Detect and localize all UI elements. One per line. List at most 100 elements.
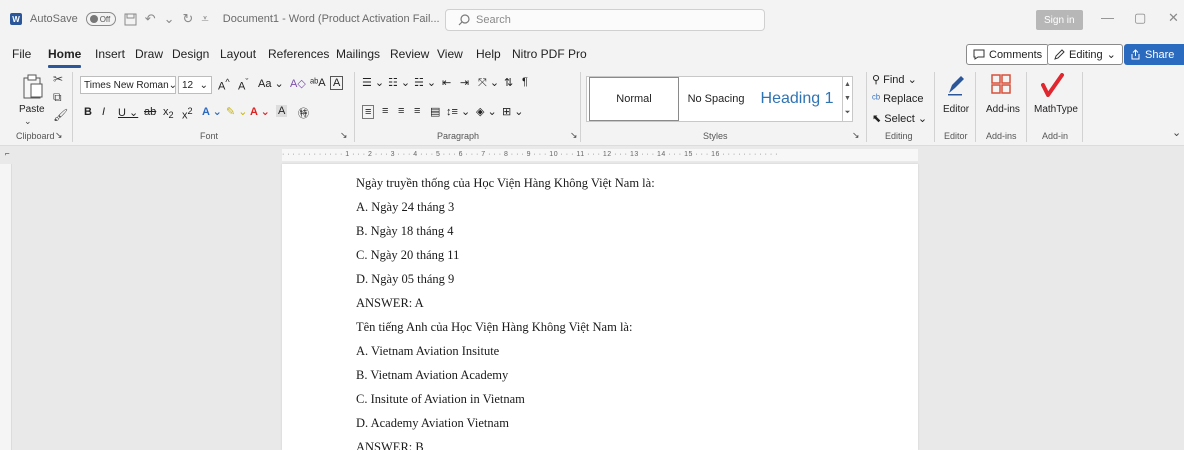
character-border-icon[interactable]: A xyxy=(330,76,344,90)
clear-formatting-icon[interactable]: A◇ xyxy=(290,77,306,90)
document-page[interactable]: Ngày truyền thống của Học Viện Hàng Khôn… xyxy=(282,164,918,450)
cut-icon[interactable]: ✂ xyxy=(53,72,63,86)
comments-button[interactable]: Comments xyxy=(966,44,1050,65)
align-center-icon[interactable]: ≡ xyxy=(382,105,388,117)
chevron-down-icon[interactable]: ▼ xyxy=(844,95,851,102)
paste-options-chevron-icon[interactable]: ⌄ xyxy=(24,116,32,127)
question-1-option-c[interactable]: C. Ngày 20 tháng 11 xyxy=(356,246,655,270)
show-formatting-marks-icon[interactable]: ¶ xyxy=(522,76,528,88)
add-ins-icon[interactable] xyxy=(991,74,1011,94)
tab-layout[interactable]: Layout xyxy=(220,47,256,61)
close-icon[interactable]: ✕ xyxy=(1168,10,1179,26)
sort-icon[interactable]: ⇅ xyxy=(504,76,513,89)
bold-icon[interactable]: B xyxy=(84,106,92,118)
phonetic-guide-icon[interactable]: ᵃᵇA xyxy=(310,77,326,89)
more-styles-icon[interactable]: ⏷ xyxy=(845,109,851,117)
find-button[interactable]: ⚲ Find ⌄ xyxy=(872,73,917,86)
mathtype-icon[interactable] xyxy=(1041,73,1067,97)
question-1-text[interactable]: Ngày truyền thống của Học Viện Hàng Khôn… xyxy=(356,174,655,198)
asian-layout-icon[interactable]: ⤧ ⌄ xyxy=(478,76,499,90)
tab-mailings[interactable]: Mailings xyxy=(336,47,380,61)
tab-file[interactable]: File xyxy=(12,47,31,61)
justify-icon[interactable]: ≡ xyxy=(414,105,420,117)
subscript-icon[interactable]: x2 xyxy=(163,106,174,120)
replace-button[interactable]: ᶜᵇ Replace xyxy=(872,93,923,105)
align-left-icon[interactable]: ≡ xyxy=(362,105,375,119)
editor-button-label[interactable]: Editor xyxy=(943,104,969,115)
format-painter-icon[interactable]: 🖌 xyxy=(53,108,68,122)
font-size-dropdown[interactable]: 12 ⌄ xyxy=(178,76,212,94)
clipboard-launcher-icon[interactable]: ↘ xyxy=(55,130,63,141)
copy-icon[interactable]: ⧉ xyxy=(53,90,62,105)
font-color-icon[interactable]: A ⌄ xyxy=(250,105,270,118)
style-normal[interactable]: Normal xyxy=(589,77,679,121)
text-effects-icon[interactable]: A ⌄ xyxy=(202,105,222,118)
italic-icon[interactable]: I xyxy=(102,106,105,118)
save-icon[interactable] xyxy=(124,13,137,26)
tab-insert[interactable]: Insert xyxy=(95,47,125,61)
share-button[interactable]: Share xyxy=(1124,44,1184,65)
align-right-icon[interactable]: ≡ xyxy=(398,105,404,117)
bullets-icon[interactable]: ☰ ⌄ xyxy=(362,76,384,89)
tab-help[interactable]: Help xyxy=(476,47,501,61)
question-1-option-d[interactable]: D. Ngày 05 tháng 9 xyxy=(356,270,655,294)
shrink-font-icon[interactable]: Aˇ xyxy=(238,77,248,93)
paste-icon[interactable] xyxy=(22,74,44,100)
paste-label[interactable]: Paste xyxy=(19,104,45,115)
redo-icon[interactable]: ↻ xyxy=(183,11,194,27)
undo-icon[interactable]: ↶ xyxy=(145,11,156,27)
strikethrough-icon[interactable]: ab xyxy=(144,106,156,118)
character-shading-icon[interactable]: A xyxy=(276,105,288,117)
restore-icon[interactable]: ▢ xyxy=(1134,10,1146,26)
styles-launcher-icon[interactable]: ↘ xyxy=(852,130,860,141)
style-no-spacing[interactable]: No Spacing xyxy=(681,77,751,121)
editor-icon[interactable] xyxy=(946,74,966,96)
question-2-option-c[interactable]: C. Insitute of Aviation in Vietnam xyxy=(356,390,655,414)
numbering-icon[interactable]: ☷ ⌄ xyxy=(388,76,410,89)
tab-nitro-pdf-pro[interactable]: Nitro PDF Pro xyxy=(512,47,587,61)
question-2-option-b[interactable]: B. Vietnam Aviation Academy xyxy=(356,366,655,390)
highlight-color-icon[interactable]: ✎ ⌄ xyxy=(226,105,248,118)
shading-icon[interactable]: ◈ ⌄ xyxy=(476,105,497,118)
borders-icon[interactable]: ⊞ ⌄ xyxy=(502,105,524,118)
superscript-icon[interactable]: x2 xyxy=(182,106,193,122)
question-2-answer[interactable]: ANSWER: B xyxy=(356,438,655,450)
add-ins-button-label[interactable]: Add-ins xyxy=(986,104,1020,115)
question-1-option-a[interactable]: A. Ngày 24 tháng 3 xyxy=(356,198,655,222)
search-box[interactable]: Search xyxy=(445,9,765,31)
style-heading-1[interactable]: Heading 1 xyxy=(753,77,841,121)
question-2-text[interactable]: Tên tiếng Anh của Học Viện Hàng Không Vi… xyxy=(356,318,655,342)
increase-indent-icon[interactable]: ⇥ xyxy=(460,76,469,89)
font-name-dropdown[interactable]: Times New Roman ⌄ xyxy=(80,76,177,94)
tab-review[interactable]: Review xyxy=(390,47,429,61)
document-body[interactable]: Ngày truyền thống của Học Viện Hàng Khôn… xyxy=(356,174,655,450)
tab-view[interactable]: View xyxy=(437,47,463,61)
tab-design[interactable]: Design xyxy=(172,47,209,61)
line-spacing-icon[interactable]: ↕≡ ⌄ xyxy=(446,105,470,118)
paragraph-launcher-icon[interactable]: ↘ xyxy=(570,130,578,141)
tab-references[interactable]: References xyxy=(268,47,329,61)
underline-icon[interactable]: U ⌄ xyxy=(118,106,138,119)
question-1-option-b[interactable]: B. Ngày 18 tháng 4 xyxy=(356,222,655,246)
editing-mode-button[interactable]: Editing ⌄ xyxy=(1047,44,1123,65)
question-2-option-a[interactable]: A. Vietnam Aviation Insitute xyxy=(356,342,655,366)
tab-home[interactable]: Home xyxy=(48,47,81,61)
styles-scroll[interactable]: ▲ ▼ ⏷ xyxy=(842,77,852,121)
horizontal-ruler[interactable]: · · · · · · · · · · · · 1 · · · 2 · · · … xyxy=(282,149,918,161)
minimize-icon[interactable]: — xyxy=(1101,10,1114,25)
question-2-option-d[interactable]: D. Academy Aviation Vietnam xyxy=(356,414,655,438)
tab-draw[interactable]: Draw xyxy=(135,47,163,61)
multilevel-list-icon[interactable]: ☵ ⌄ xyxy=(414,76,436,89)
grow-font-icon[interactable]: A^ xyxy=(218,77,230,93)
question-1-answer[interactable]: ANSWER: A xyxy=(356,294,655,318)
mathtype-button-label[interactable]: MathType xyxy=(1034,104,1078,115)
collapse-ribbon-icon[interactable]: ⌄ xyxy=(1172,126,1181,139)
font-launcher-icon[interactable]: ↘ xyxy=(340,130,348,141)
select-button[interactable]: ⬉ Select ⌄ xyxy=(872,112,927,125)
autosave-toggle[interactable]: Off xyxy=(85,12,116,26)
sign-in-button[interactable]: Sign in xyxy=(1036,10,1083,30)
undo-dropdown-icon[interactable]: ⌄ xyxy=(164,11,175,27)
customize-toolbar-icon[interactable]: ⩡ xyxy=(201,11,208,27)
chevron-up-icon[interactable]: ▲ xyxy=(844,81,851,88)
tab-selector-icon[interactable]: ⌐ xyxy=(5,149,10,158)
